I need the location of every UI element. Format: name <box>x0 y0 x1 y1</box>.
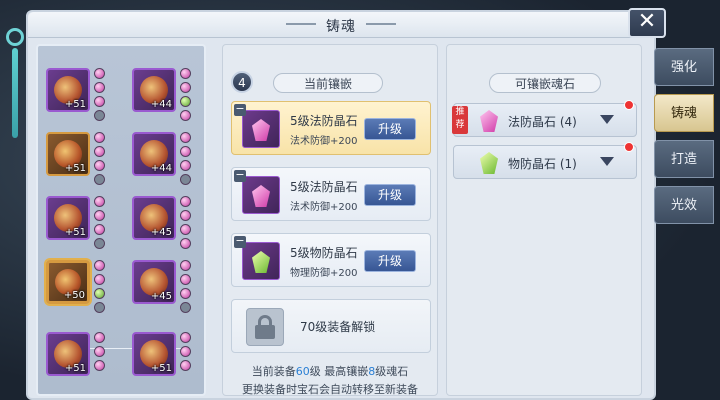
inlay-count-badge: 4 <box>231 71 253 93</box>
remove-gem-button[interactable]: − <box>234 235 246 248</box>
window-title: 铸魂 <box>286 14 396 38</box>
remove-gem-button[interactable]: − <box>234 103 246 116</box>
equipment-level: +51 <box>64 163 86 174</box>
remove-gem-button[interactable]: − <box>234 169 246 182</box>
equipment-list: +51 +44 +51 +44 +51 +45 +50 +45 +51 +51 <box>36 44 206 396</box>
gem-attribute: 法术防御+200 <box>290 202 358 213</box>
title-bar: 铸魂 ✕ <box>28 8 666 38</box>
lock-icon <box>180 302 191 313</box>
equipment-level: +51 <box>64 227 86 238</box>
lock-icon <box>180 174 191 185</box>
stone-label: 物防晶石 (1) <box>508 157 577 171</box>
upgrade-button[interactable]: 升级 <box>364 184 416 206</box>
current-inlay-panel: 4 当前镶嵌 − 5级法防晶石 法术防御+200 升级 − 5级法防晶石 法术防… <box>222 44 438 396</box>
lock-icon <box>94 238 105 249</box>
inlay-note-line-2: 更换装备时宝石会自动转移至新装备 <box>242 383 418 396</box>
equipment-gems-5 <box>94 196 106 252</box>
equipment-slot-4[interactable]: +44 <box>132 132 176 176</box>
chevron-down-icon[interactable] <box>600 115 614 124</box>
equipment-slot-8[interactable]: +45 <box>132 260 176 304</box>
equipment-level-value: 60 <box>295 365 310 378</box>
lock-icon <box>94 110 105 121</box>
gem-name: 5级法防晶石 <box>290 180 358 194</box>
available-stone-2[interactable]: 物防晶石 (1) <box>453 142 637 179</box>
lock-icon <box>94 302 105 313</box>
equipment-slot-9[interactable]: +51 <box>46 332 90 376</box>
equipment-gems-9 <box>94 332 106 374</box>
equipment-level: +44 <box>150 163 172 174</box>
chevron-down-icon[interactable] <box>600 157 614 166</box>
gem-attribute: 法术防御+200 <box>290 136 358 147</box>
equipment-level: +44 <box>150 99 172 110</box>
gem-name: 5级物防晶石 <box>290 246 358 260</box>
equipment-level: +50 <box>63 290 85 301</box>
gem-attribute: 物理防御+200 <box>290 268 358 279</box>
pink-crystal-icon <box>252 119 270 141</box>
equipment-gems-8 <box>180 260 192 316</box>
pink-crystal-icon <box>480 110 498 132</box>
inlay-note-line-1: 当前装备60级 最高镶嵌8级魂石 <box>251 365 409 378</box>
upgrade-button[interactable]: 升级 <box>364 118 416 140</box>
inlay-slot-1[interactable]: − 5级法防晶石 法术防御+200 升级 <box>231 101 431 155</box>
tab-effects[interactable]: 光效 <box>654 186 714 224</box>
available-stones-panel: 可镶嵌魂石 推荐 法防晶石 (4) 物防晶石 (1) <box>446 44 642 396</box>
equipment-slot-10[interactable]: +51 <box>132 332 176 376</box>
lock-icon <box>94 174 105 185</box>
equipment-gems-7 <box>94 260 106 316</box>
equipment-gems-6 <box>180 196 192 252</box>
equipment-slot-7-selected[interactable]: +50 <box>46 260 90 304</box>
inlay-slot-3[interactable]: − 5级物防晶石 物理防御+200 升级 <box>231 233 431 287</box>
notification-dot <box>624 142 634 152</box>
current-inlay-header: 当前镶嵌 <box>273 73 383 93</box>
tab-forge-soul[interactable]: 铸魂 <box>654 94 714 132</box>
inlay-slot-2[interactable]: − 5级法防晶石 法术防御+200 升级 <box>231 167 431 221</box>
available-stone-1[interactable]: 推荐 法防晶石 (4) <box>452 100 637 137</box>
equipment-gems-10 <box>180 332 192 374</box>
equipment-gems-1 <box>94 68 106 124</box>
equipment-level: +45 <box>150 227 172 238</box>
green-crystal-icon <box>480 152 498 174</box>
tab-strengthen[interactable]: 强化 <box>654 48 714 86</box>
gem-name: 5级法防晶石 <box>290 114 358 128</box>
notification-dot <box>624 100 634 110</box>
equipment-gems-2 <box>180 68 192 124</box>
stone-label: 法防晶石 (4) <box>508 115 577 129</box>
equipment-slot-3[interactable]: +51 <box>46 132 90 176</box>
tab-craft[interactable]: 打造 <box>654 140 714 178</box>
equipment-level: +51 <box>64 363 86 374</box>
forge-soul-panel: 铸魂 ✕ +51 +44 +51 +44 +51 +45 +50 +45 +51… <box>26 8 666 400</box>
equipment-slot-5[interactable]: +51 <box>46 196 90 240</box>
equipment-slot-6[interactable]: +45 <box>132 196 176 240</box>
equipment-slot-2[interactable]: +44 <box>132 68 176 112</box>
recommended-tag: 推荐 <box>452 106 468 134</box>
equipment-gems-4 <box>180 132 192 188</box>
close-button[interactable]: ✕ <box>628 8 666 38</box>
locked-slot: 70级装备解锁 <box>231 299 431 353</box>
jade-pendant-decoration <box>4 28 26 158</box>
pink-crystal-icon <box>252 185 270 207</box>
equipment-level: +51 <box>64 99 86 110</box>
green-crystal-icon <box>252 251 270 273</box>
equipment-level: +51 <box>150 363 172 374</box>
lock-icon <box>246 308 284 346</box>
available-stones-header: 可镶嵌魂石 <box>489 73 601 93</box>
equipment-gems-3 <box>94 132 106 188</box>
upgrade-button[interactable]: 升级 <box>364 250 416 272</box>
equipment-slot-1[interactable]: +51 <box>46 68 90 112</box>
unlock-requirement: 70级装备解锁 <box>300 320 376 334</box>
equipment-level: +45 <box>150 291 172 302</box>
